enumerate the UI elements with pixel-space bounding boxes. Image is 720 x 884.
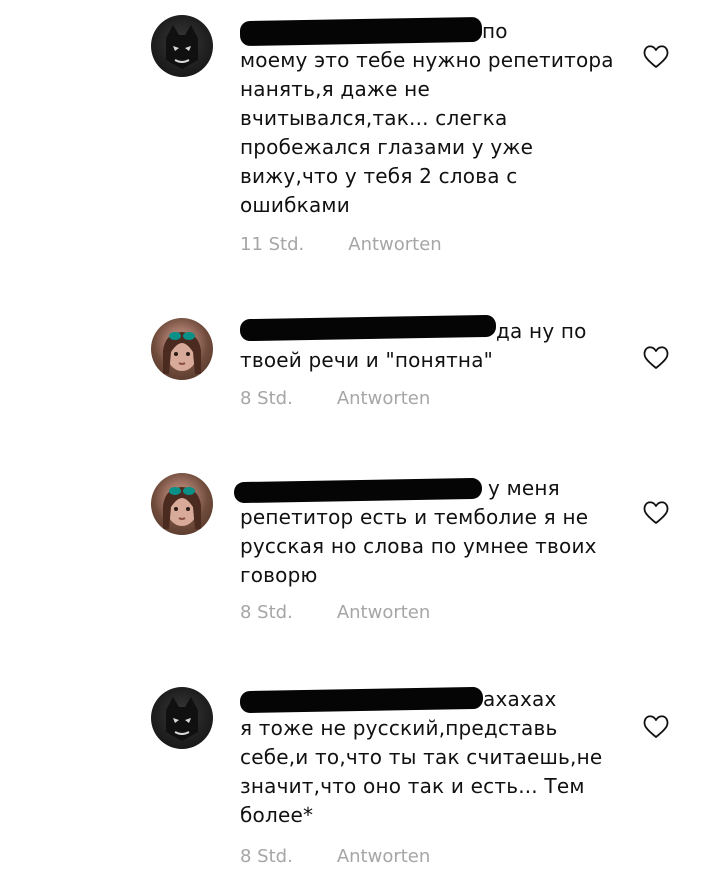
reply-button[interactable]: Antworten <box>337 846 430 867</box>
comment-text-start: у меня <box>488 476 560 500</box>
username-redaction-bar <box>239 16 483 47</box>
comment-time: 8 Std. <box>240 602 293 623</box>
comment-body: у меня репетитор есть и темболие я не ру… <box>233 474 620 590</box>
like-button[interactable] <box>642 714 670 740</box>
heart-outline-icon <box>643 346 669 369</box>
like-button[interactable] <box>642 500 670 526</box>
dark-mask-avatar-icon <box>166 697 198 741</box>
comment-text: моему это тебе нужно репетитора нанять,я… <box>240 48 614 217</box>
comment-first-line: по <box>239 16 620 47</box>
reply-button[interactable]: Antworten <box>348 234 441 255</box>
like-button[interactable] <box>642 44 670 70</box>
comment-text-start: да ну по <box>496 319 587 343</box>
comment-first-line: у меня <box>233 474 620 504</box>
comment-meta: 11 Std. Antworten <box>240 234 442 255</box>
girl-photo-avatar-icon <box>163 487 201 529</box>
comment-body: по моему это тебе нужно репетитора нанят… <box>239 16 620 220</box>
avatar[interactable] <box>151 15 213 77</box>
comment-time: 8 Std. <box>240 388 293 409</box>
comment-text: я тоже не русский,представь себе,и то,чт… <box>240 716 603 827</box>
comment-text-start: по <box>482 19 508 43</box>
username-redaction-bar <box>239 686 484 714</box>
username-redaction-bar <box>233 477 483 504</box>
comment-item: по моему это тебе нужно репетитора нанят… <box>0 0 720 270</box>
comment-time: 11 Std. <box>240 234 305 255</box>
comment-meta: 8 Std. Antworten <box>240 846 430 867</box>
comment-first-line: ахахах <box>239 685 620 714</box>
comment-text-start: ахахах <box>483 687 557 711</box>
heart-outline-icon <box>643 501 669 524</box>
comment-meta: 8 Std. Antworten <box>240 388 430 409</box>
comment-time: 8 Std. <box>240 846 293 867</box>
reply-button[interactable]: Antworten <box>337 388 430 409</box>
girl-photo-avatar-icon <box>163 332 201 374</box>
avatar[interactable] <box>151 318 213 380</box>
dark-mask-avatar-icon <box>166 25 198 69</box>
avatar[interactable] <box>151 473 213 535</box>
comment-text: репетитор есть и темболие я не русская н… <box>240 505 597 587</box>
like-button[interactable] <box>642 345 670 371</box>
comment-body: ахахах я тоже не русский,представь себе,… <box>239 685 620 830</box>
comment-item: ахахах я тоже не русский,представь себе,… <box>0 670 720 884</box>
heart-outline-icon <box>643 715 669 738</box>
comment-meta: 8 Std. Antworten <box>240 602 430 623</box>
reply-button[interactable]: Antworten <box>337 602 430 623</box>
comment-text: твоей речи и "понятна" <box>240 348 494 372</box>
heart-outline-icon <box>643 45 669 68</box>
avatar[interactable] <box>151 687 213 749</box>
username-redaction-bar <box>239 314 497 342</box>
comment-item: да ну по твоей речи и "понятна" 8 Std. A… <box>0 300 720 450</box>
comment-item: у меня репетитор есть и темболие я не ру… <box>0 455 720 645</box>
comment-first-line: да ну по <box>239 314 620 346</box>
comment-body: да ну по твоей речи и "понятна" <box>239 314 620 375</box>
